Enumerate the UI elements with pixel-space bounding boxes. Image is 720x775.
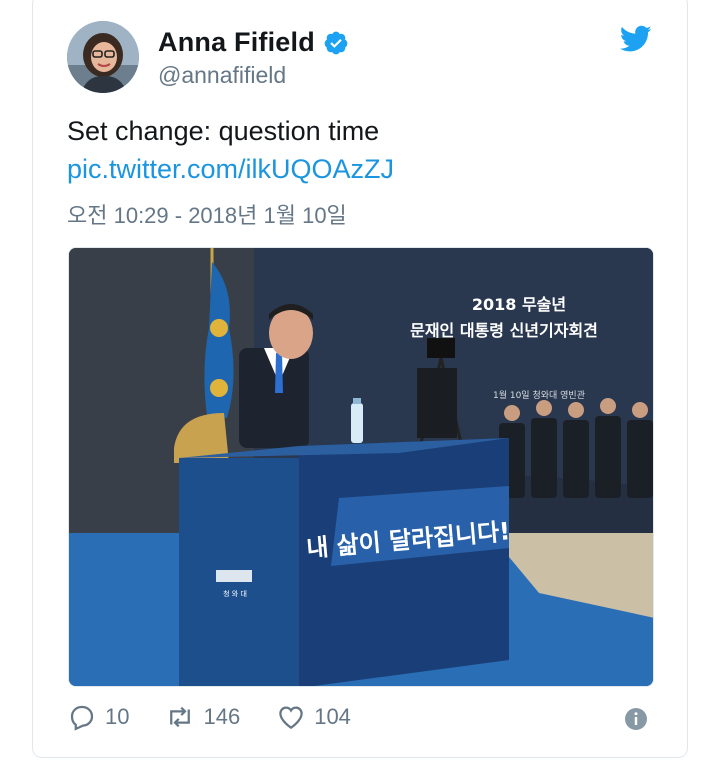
- like-icon: [279, 706, 303, 729]
- twitter-bird-icon[interactable]: [620, 25, 652, 53]
- reply-count: 10: [105, 704, 130, 729]
- tweet-actions: 10 146 104: [67, 702, 387, 732]
- tweet-photo[interactable]: 2018 무술년 문재인 대통령 신년기자회견 1월 10일 청와대 영빈관 내…: [68, 247, 654, 687]
- like-count: 104: [314, 704, 351, 729]
- retweet-icon: [170, 706, 191, 728]
- info-icon[interactable]: [624, 707, 648, 731]
- author-row[interactable]: Anna Fifield: [158, 27, 349, 58]
- verified-badge-icon: [324, 31, 348, 54]
- reply-icon: [70, 705, 94, 731]
- retweet-count: 146: [203, 704, 241, 729]
- tweet-media-link[interactable]: pic.twitter.com/ilkUQOAzZJ: [67, 154, 394, 185]
- author-name[interactable]: Anna Fifield: [158, 27, 315, 58]
- banner-line-2: 문재인 대통령 신년기자회견: [410, 321, 598, 340]
- banner-line-1: 2018 무술년: [472, 295, 566, 314]
- like-button[interactable]: 104: [276, 702, 351, 732]
- podium-logo-text: 청 와 대: [223, 589, 247, 598]
- tweet-text: Set change: question time: [67, 116, 380, 146]
- tweet-timestamp[interactable]: 오전 10:29 - 2018년 1월 10일: [67, 198, 347, 230]
- avatar[interactable]: [67, 21, 139, 93]
- retweet-button[interactable]: 146: [165, 702, 240, 732]
- author-handle[interactable]: @annafifield: [158, 62, 286, 89]
- banner-line-3: 1월 10일 청와대 영빈관: [493, 389, 585, 401]
- reply-button[interactable]: 10: [67, 702, 129, 732]
